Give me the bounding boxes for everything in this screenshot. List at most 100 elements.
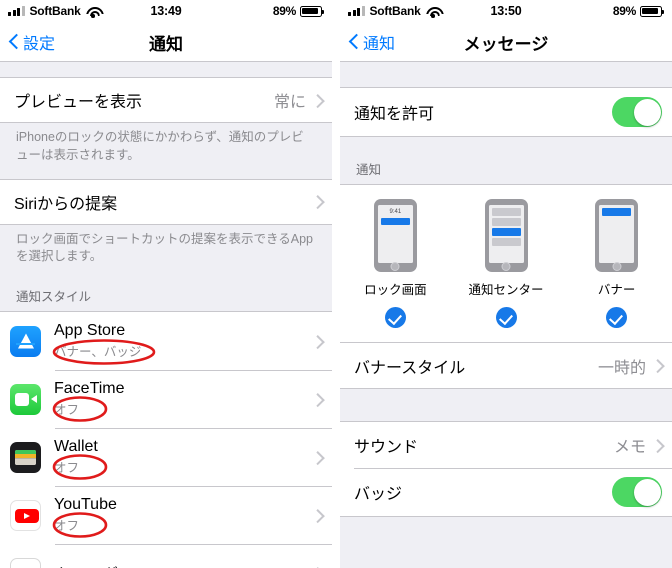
alert-style-checkmark-icon[interactable] [384,307,406,328]
alert-style-checkmark-icon[interactable] [606,307,628,328]
status-bar-right: 89% [612,4,664,18]
settings-content: プレビューを表示 常に iPhoneのロックの状態にかかわらず、通知のプレビュー… [0,62,332,568]
siri-footnote: ロック画面でショートカットの提案を表示できるAppを選択します。 [16,231,313,264]
wallet-icon [10,441,41,473]
app-row-texts: YouTube オフ [54,496,117,534]
mockup-notification-bar [491,228,521,236]
mockup-notification-bar [380,218,410,225]
app-status: オフ [54,461,80,475]
battery-icon [300,5,324,17]
app-row-calendar[interactable]: 日曜日 カレンダー [0,544,332,568]
chevron-right-icon [313,392,322,406]
mockup-screen [488,205,524,263]
left-phone-screen: SoftBank 13:49 89% 設定 通知 プレビューを表示 常に iPh… [0,0,332,568]
show-previews-label: プレビューを表示 [14,94,143,111]
chevron-right-icon [313,195,322,209]
siri-group: Siriからの提案 [0,178,332,225]
nav-bar: 設定 通知 [0,22,332,62]
alert-style-banner[interactable]: バナー [561,199,672,328]
battery-percent-label: 89% [272,4,296,18]
alert-style-checkmark-icon[interactable] [495,307,517,328]
right-phone-screen: SoftBank 13:50 89% 通知 メッセージ 通知を許可 通知 9:4… [340,0,672,568]
chevron-right-icon [313,334,322,348]
badge-toggle[interactable] [612,477,662,507]
notifications-section-header: 通知 [356,163,382,177]
banner-style-value: 一時的 [597,359,646,377]
allow-notifications-label: 通知を許可 [354,106,435,123]
panel-divider [332,0,340,568]
app-name: Wallet [54,438,98,455]
app-store-icon [10,325,41,357]
app-status: バナー、バッジ [54,345,142,359]
alert-style-label: バナー [597,283,636,297]
lock-screen-mockup: 9:41 [373,199,417,272]
chevron-left-icon [350,33,360,50]
mockup-notification-bar [602,208,632,216]
chevron-right-icon [653,359,662,373]
app-row-app-store[interactable]: App Store バナー、バッジ [0,312,332,370]
app-row-facetime[interactable]: FaceTime オフ [0,370,332,428]
top-spacer [0,62,332,77]
sound-value: メモ [613,439,646,456]
siri-suggestions-row[interactable]: Siriからの提案 [0,179,332,224]
top-spacer [340,62,672,87]
notification-style-header: 通知スタイル [16,290,92,304]
facetime-icon [10,383,41,415]
nav-bar: 通知 メッセージ [340,22,672,62]
app-row-texts: App Store バナー、バッジ [54,322,141,360]
allow-notifications-row[interactable]: 通知を許可 [340,88,672,136]
banner-style-row[interactable]: バナースタイル 一時的 [340,343,672,388]
app-list: App Store バナー、バッジ FaceTime オフ Wallet オフ … [0,311,332,568]
alert-style-label: ロック画面 [364,283,427,297]
chevron-right-icon [653,438,662,452]
show-previews-value: 常に [273,94,306,111]
dual-screenshot-comparison: SoftBank 13:49 89% 設定 通知 プレビューを表示 常に iPh… [0,0,672,568]
battery-percent-label: 89% [612,4,636,18]
mockup-screen [599,205,635,263]
battery-icon [640,5,664,17]
chevron-right-icon [313,93,322,107]
mockup-bar [491,238,521,246]
notification-center-mockup [484,199,528,272]
allow-notifications-group: 通知を許可 [340,87,672,137]
badge-row[interactable]: バッジ [340,468,672,516]
mockup-bar [491,218,521,226]
banner-style-label: バナースタイル [354,359,466,377]
preview-group: プレビューを表示 常に [0,77,332,123]
youtube-icon [10,499,41,531]
back-button[interactable]: 通知 [350,30,395,54]
back-button-label: 通知 [363,35,396,53]
chevron-right-icon [313,450,322,464]
app-status: オフ [54,519,80,533]
settings-content: 通知を許可 通知 9:41 ロック画面 通知センター バナー バナースタイル 一… [340,62,672,568]
sound-badge-group: サウンド メモ バッジ [340,421,672,517]
mockup-bar [491,208,521,216]
alert-style-label: 通知センター [468,283,544,297]
preview-footnote: iPhoneのロックの状態にかかわらず、通知のプレビューは表示されます。 [16,130,304,162]
app-name: YouTube [54,496,117,513]
status-bar-right: 89% [272,4,324,18]
status-bar: SoftBank 13:50 89% [340,0,672,22]
back-button[interactable]: 設定 [10,30,55,54]
status-bar: SoftBank 13:49 89% [0,0,332,22]
mockup-time-label: 9:41 [389,209,402,215]
alert-style-picker: 9:41 ロック画面 通知センター バナー [340,184,672,343]
app-row-texts: Wallet オフ [54,438,98,476]
siri-spacer [0,164,332,179]
app-name: FaceTime [54,380,125,397]
show-previews-row[interactable]: プレビューを表示 常に [0,78,332,122]
mockup-screen: 9:41 [377,205,413,263]
app-name: カレンダー [54,561,134,568]
app-row-youtube[interactable]: YouTube オフ [0,486,332,544]
sound-row[interactable]: サウンド メモ [340,422,672,468]
banner-mockup [595,199,639,272]
allow-notifications-toggle[interactable] [612,97,662,127]
banner-style-group: バナースタイル 一時的 [340,343,672,389]
app-row-texts: カレンダー [54,561,134,568]
alert-style-lock-screen[interactable]: 9:41 ロック画面 [340,199,451,328]
siri-suggestions-label: Siriからの提案 [14,195,118,213]
app-row-texts: FaceTime オフ [54,380,125,418]
alert-style-notification-center[interactable]: 通知センター [451,199,562,328]
app-row-wallet[interactable]: Wallet オフ [0,428,332,486]
section-spacer [340,389,672,421]
